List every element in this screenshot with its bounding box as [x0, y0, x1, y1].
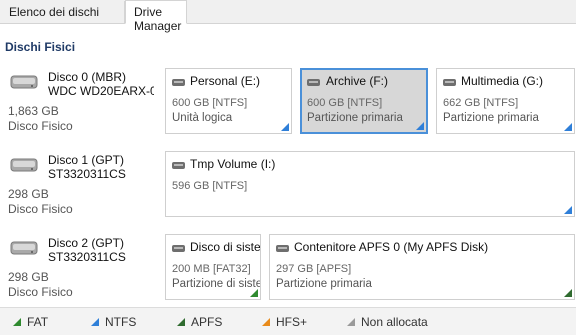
disk-row-1: Disco 1 (GPT) ST3320311CS 298 GB Disco F… [0, 150, 576, 226]
partition-type: Partizione primaria [307, 112, 403, 124]
legend-label: FAT [27, 315, 49, 329]
partition-type: Partizione di sistema [172, 278, 260, 290]
tab-bar: Elenco dei dischi Drive Manager [0, 0, 576, 33]
partition-filesystem: 596 GB [NTFS] [172, 180, 248, 192]
hfs-triangle-icon [262, 318, 270, 326]
volume-icon [172, 79, 185, 86]
tab-disk-list[interactable]: Elenco dei dischi [1, 1, 125, 24]
legend-label: HFS+ [276, 315, 308, 329]
volume-icon [276, 245, 289, 252]
hard-drive-icon [10, 158, 38, 172]
disk-info-2[interactable]: Disco 2 (GPT) ST3320311CS 298 GB Disco F… [0, 233, 160, 309]
apfs-corner-icon [564, 289, 572, 297]
partition-apfs-container[interactable]: Contenitore APFS 0 (My APFS Disk) 297 GB… [269, 234, 575, 300]
partition-archive[interactable]: Archive (F:) 600 GB [NTFS] Partizione pr… [300, 68, 428, 134]
apfs-triangle-icon [177, 318, 185, 326]
unallocated-triangle-icon [347, 318, 355, 326]
partition-filesystem: 600 GB [NTFS] [172, 97, 248, 109]
volume-icon [307, 79, 320, 86]
ntfs-corner-icon [281, 123, 289, 131]
legend-hfs: HFS+ [262, 315, 307, 329]
partition-filesystem: 200 MB [FAT32] [172, 263, 251, 275]
fat-triangle-icon [13, 318, 21, 326]
partition-name: Contenitore APFS 0 (My APFS Disk) [294, 240, 489, 254]
legend-ntfs: NTFS [91, 315, 136, 329]
partition-name: Multimedia (G:) [461, 74, 544, 88]
partition-system[interactable]: Disco di sistema 200 MB [FAT32] Partizio… [165, 234, 261, 300]
section-title: Dischi Fisici [5, 40, 76, 54]
volume-icon [172, 162, 185, 169]
partition-name: Archive (F:) [326, 74, 389, 88]
legend-label: Non allocata [361, 315, 428, 329]
partition-type: Partizione primaria [276, 278, 372, 290]
tab-drive-manager[interactable]: Drive Manager [125, 0, 187, 33]
disk-model: WDC WD20EARX-00 [48, 84, 154, 98]
volume-icon [172, 245, 185, 252]
partition-filesystem: 297 GB [APFS] [276, 263, 352, 275]
disk-name: Disco 2 (GPT) [48, 236, 125, 250]
ntfs-corner-icon [564, 123, 572, 131]
disk-kind: Disco Fisico [8, 202, 73, 216]
legend-label: APFS [191, 315, 223, 329]
legend-unallocated: Non allocata [347, 315, 428, 329]
partition-name: Personal (E:) [190, 74, 261, 88]
partition-filesystem: 600 GB [NTFS] [307, 97, 383, 109]
ntfs-corner-icon [416, 122, 424, 130]
partition-type: Partizione primaria [443, 112, 539, 124]
disk-size: 1,863 GB [8, 104, 59, 118]
partition-personal[interactable]: Personal (E:) 600 GB [NTFS] Unità logica [165, 68, 292, 134]
hard-drive-icon [10, 241, 38, 255]
disk-name: Disco 0 (MBR) [48, 70, 127, 84]
disk-model: ST3320311CS [48, 250, 126, 264]
disk-row-0: Disco 0 (MBR) WDC WD20EARX-00 1,863 GB D… [0, 67, 576, 143]
partition-name: Tmp Volume (I:) [190, 157, 276, 171]
legend-fat: FAT [13, 315, 48, 329]
partition-multimedia[interactable]: Multimedia (G:) 662 GB [NTFS] Partizione… [436, 68, 575, 134]
partition-type: Unità logica [172, 112, 233, 124]
fat-corner-icon [250, 289, 258, 297]
disk-model: ST3320311CS [48, 167, 126, 181]
filesystem-legend: FAT NTFS APFS HFS+ Non allocata [0, 307, 576, 335]
partition-name: Disco di sistema [190, 240, 261, 254]
disk-name: Disco 1 (GPT) [48, 153, 125, 167]
disk-row-2: Disco 2 (GPT) ST3320311CS 298 GB Disco F… [0, 233, 576, 303]
partition-filesystem: 662 GB [NTFS] [443, 97, 519, 109]
ntfs-triangle-icon [91, 318, 99, 326]
disk-size: 298 GB [8, 187, 49, 201]
legend-apfs: APFS [177, 315, 222, 329]
ntfs-corner-icon [564, 206, 572, 214]
disk-kind: Disco Fisico [8, 119, 73, 133]
hard-drive-icon [10, 75, 38, 89]
disk-info-0[interactable]: Disco 0 (MBR) WDC WD20EARX-00 1,863 GB D… [0, 67, 160, 143]
disk-kind: Disco Fisico [8, 285, 73, 299]
volume-icon [443, 79, 456, 86]
disk-info-1[interactable]: Disco 1 (GPT) ST3320311CS 298 GB Disco F… [0, 150, 160, 226]
disk-size: 298 GB [8, 270, 49, 284]
legend-label: NTFS [105, 315, 137, 329]
partition-tmp-volume[interactable]: Tmp Volume (I:) 596 GB [NTFS] [165, 151, 575, 217]
